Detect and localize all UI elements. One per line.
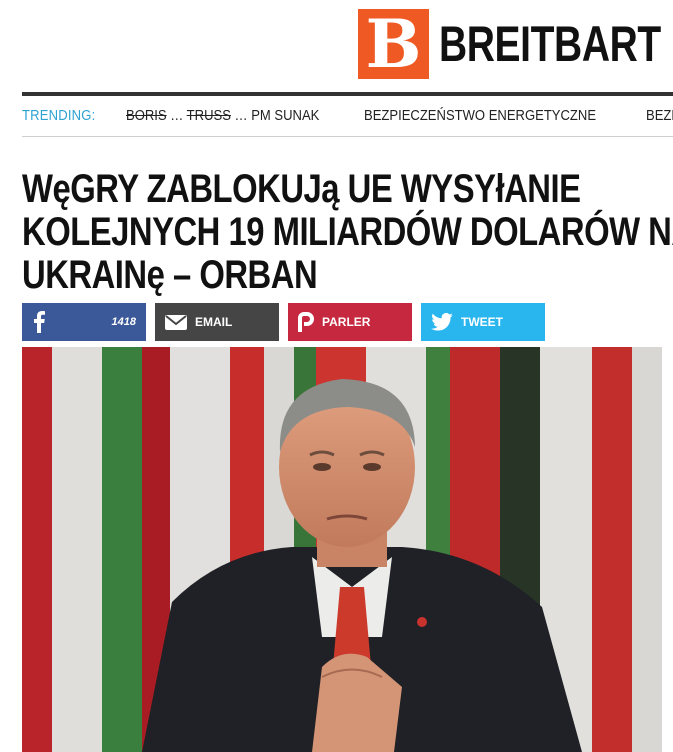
email-share-button[interactable]: EMAIL — [155, 303, 279, 341]
envelope-icon — [165, 314, 187, 330]
trending-separator: … — [166, 108, 187, 124]
trending-pm-sunak: PM SUNAK — [250, 108, 319, 124]
trending-rule — [22, 136, 673, 137]
article-photo — [22, 347, 662, 752]
trending-bar: TRENDING: BORIS … TRUSS … PM SUNAK BEZPI… — [22, 96, 673, 136]
photo-illustration — [22, 347, 662, 752]
headline-line: KOLEJNYCH 19 MILIARDÓW DOLARÓW NA — [22, 210, 673, 254]
tweet-share-button[interactable]: TWEET — [421, 303, 545, 341]
tweet-label: TWEET — [461, 315, 503, 329]
twitter-bird-icon — [431, 313, 453, 331]
parler-share-button[interactable]: PARLER — [288, 303, 412, 341]
trending-item-food[interactable]: BEZPIECZEŃSTWO ŻYWNOŚCIOWE — [646, 108, 673, 124]
headline-line: UKRAINę – ORBAN — [22, 253, 318, 297]
headline-line: WęGRY ZABLOKUJą UE WYSYłANIE — [22, 167, 581, 211]
parler-icon — [298, 312, 314, 332]
trending-item-pm[interactable]: BORIS … TRUSS … PM SUNAK — [126, 108, 319, 124]
breitbart-logo[interactable]: B BREITBART — [358, 9, 673, 79]
trending-separator: … — [230, 108, 251, 124]
trending-strike-truss: TRUSS — [186, 108, 231, 124]
trending-item-energy[interactable]: BEZPIECZEŃSTWO ENERGETYCZNE — [364, 108, 596, 124]
facebook-share-count: 1418 — [111, 316, 136, 328]
article-headline: WęGRY ZABLOKUJą UE WYSYłANIE KOLEJNYCH 1… — [22, 167, 673, 297]
logo-mark: B — [358, 9, 429, 79]
trending-label: TRENDING: — [22, 108, 96, 124]
facebook-share-button[interactable]: 1418 — [22, 303, 146, 341]
logo-letter: B — [365, 5, 422, 83]
facebook-icon — [32, 311, 46, 333]
logo-wordmark: BREITBART — [439, 16, 661, 72]
trending-strike-boris: BORIS — [125, 108, 167, 124]
email-label: EMAIL — [195, 315, 233, 329]
parler-label: PARLER — [322, 315, 371, 329]
